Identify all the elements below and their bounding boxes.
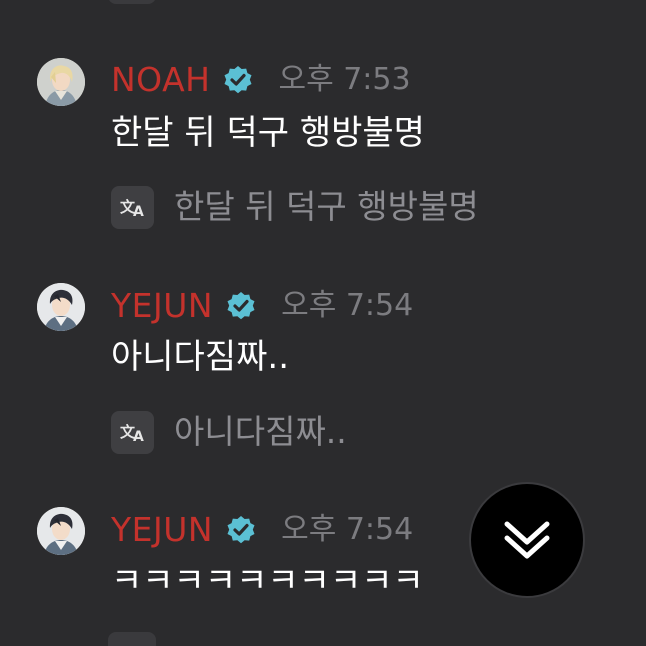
message-text: ㅋㅋㅋㅋㅋㅋㅋㅋㅋㅋ [111, 561, 424, 601]
message-text: 아니다짐짜.. [111, 337, 290, 377]
message-timestamp: 오후 7:54 [281, 512, 414, 547]
translate-icon[interactable]: 文 A [111, 185, 154, 229]
double-chevron-down-icon [504, 521, 550, 559]
translation-row[interactable]: 文 A 아니다짐짜.. [111, 409, 347, 455]
avatar-noah[interactable] [37, 58, 85, 106]
translation-row[interactable]: 文 A 한달 뒤 덕구 행방불명 [111, 184, 479, 230]
message-timestamp: 오후 7:53 [278, 62, 411, 97]
chat-screen: NOAH 오후 7:53 한달 뒤 덕구 행방불명 文 A 한달 뒤 덕구 행방… [0, 0, 646, 646]
translated-text: 아니다짐짜.. [174, 412, 347, 451]
verified-badge-icon [222, 64, 254, 96]
translate-icon[interactable]: 文 A [111, 410, 154, 454]
message-timestamp: 오후 7:54 [281, 288, 414, 323]
author-name[interactable]: YEJUN [111, 286, 213, 326]
verified-badge-icon [225, 514, 257, 546]
avatar-yejun[interactable] [37, 507, 85, 555]
previous-message-fragment [108, 0, 156, 4]
avatar-yejun[interactable] [37, 283, 85, 331]
scroll-to-bottom-button[interactable] [469, 482, 585, 598]
author-name[interactable]: NOAH [111, 60, 210, 100]
author-name[interactable]: YEJUN [111, 510, 213, 550]
translated-text: 한달 뒤 덕구 행방불명 [174, 187, 479, 226]
message-text: 한달 뒤 덕구 행방불명 [111, 113, 425, 153]
svg-text:A: A [133, 429, 144, 443]
verified-badge-icon [225, 290, 257, 322]
translate-icon-partial [108, 632, 156, 646]
svg-text:A: A [133, 204, 144, 218]
